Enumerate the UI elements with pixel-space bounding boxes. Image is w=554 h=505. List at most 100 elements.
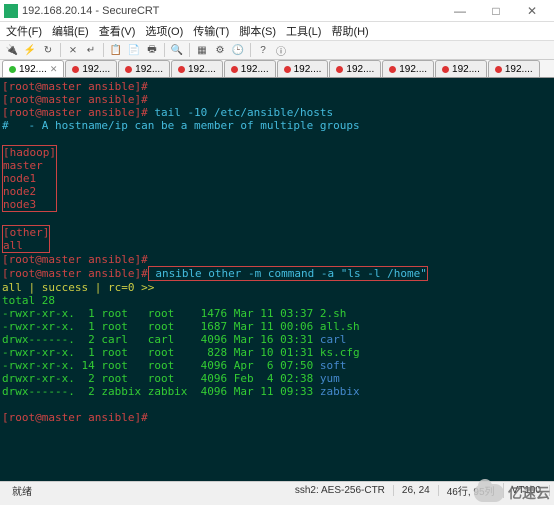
tab-label: 192....: [82, 64, 110, 75]
separator: [189, 43, 190, 57]
tab-label: 192....: [188, 64, 216, 75]
maximize-button[interactable]: □: [478, 1, 514, 21]
ls-row: -rwxr-xr-x. 1 root root 828 Mar 10 01:31…: [2, 346, 360, 359]
host: all: [3, 239, 23, 252]
disconnected-icon: [125, 66, 132, 73]
paste-icon[interactable]: 📄: [126, 42, 142, 58]
ls-row: -rwxr-xr-x. 1 root root 1476 Mar 11 03:3…: [2, 307, 346, 320]
command-tail: tail -10 /etc/ansible/hosts: [148, 106, 333, 119]
group-hadoop-box: [hadoop] master node1 node2 node3: [2, 145, 57, 212]
session-tab-5[interactable]: 192....: [277, 60, 329, 77]
session-tab-9[interactable]: 192....: [488, 60, 540, 77]
disconnect-icon[interactable]: ⨯: [65, 42, 81, 58]
enter-icon[interactable]: ↵: [83, 42, 99, 58]
session-tab-3[interactable]: 192....: [171, 60, 223, 77]
watermark: 亿速云: [474, 483, 550, 503]
session-tab-7[interactable]: 192....: [382, 60, 434, 77]
group-header: [hadoop]: [3, 146, 56, 159]
ls-row: -rwxr-xr-x. 14 root root 4096 Apr 6 07:5…: [2, 359, 320, 372]
disconnected-icon: [72, 66, 79, 73]
disconnected-icon: [336, 66, 343, 73]
disconnected-icon: [389, 66, 396, 73]
window-title: 192.168.20.14 - SecureCRT: [22, 5, 442, 17]
tab-label: 192....: [505, 64, 533, 75]
result-header: all | success | rc=0 >>: [2, 281, 154, 294]
ls-dir: soft: [320, 359, 347, 372]
status-ssh: ssh2: AES-256-CTR: [287, 485, 394, 496]
tabbar: 192....✕192....192....192....192....192.…: [0, 60, 554, 78]
host: node1: [3, 172, 36, 185]
menu-script[interactable]: 脚本(S): [239, 23, 276, 39]
tab-label: 192....: [294, 64, 322, 75]
about-icon[interactable]: ⓘ: [273, 42, 289, 58]
command-ansible: ansible other -m command -a "ls -l /home…: [149, 267, 427, 280]
separator: [250, 43, 251, 57]
ls-dir: yum: [320, 372, 340, 385]
app-icon: [4, 4, 18, 18]
disconnected-icon: [284, 66, 291, 73]
print-icon[interactable]: 🖶: [144, 42, 160, 58]
minimize-button[interactable]: —: [442, 1, 478, 21]
session-tab-1[interactable]: 192....: [65, 60, 117, 77]
tab-label: 192....: [399, 64, 427, 75]
menu-options[interactable]: 选项(O): [145, 23, 183, 39]
group-header: [other]: [3, 226, 49, 239]
separator: [164, 43, 165, 57]
command-ansible-box: ansible other -m command -a "ls -l /home…: [148, 266, 428, 281]
close-button[interactable]: ✕: [514, 1, 550, 21]
session-tab-6[interactable]: 192....: [329, 60, 381, 77]
titlebar: 192.168.20.14 - SecureCRT — □ ✕: [0, 0, 554, 22]
ls-row: drwx------. 2 zabbix zabbix 4096 Mar 11 …: [2, 385, 320, 398]
connected-icon: [9, 66, 16, 73]
separator: [103, 43, 104, 57]
prompt: [root@master ansible]#: [2, 267, 148, 280]
terminal[interactable]: [root@master ansible]# [root@master ansi…: [0, 78, 554, 481]
prompt: [root@master ansible]#: [2, 253, 148, 266]
prompt: [root@master ansible]#: [2, 93, 148, 106]
group-other-box: [other] all: [2, 225, 50, 253]
sessions-icon[interactable]: ▦: [194, 42, 210, 58]
prompt: [root@master ansible]#: [2, 106, 148, 119]
disconnected-icon: [495, 66, 502, 73]
ls-dir: zabbix: [320, 385, 360, 398]
host: node3: [3, 198, 36, 211]
menu-file[interactable]: 文件(F): [6, 23, 42, 39]
reconnect-icon[interactable]: ↻: [40, 42, 56, 58]
menubar: 文件(F) 编辑(E) 查看(V) 选项(O) 传输(T) 脚本(S) 工具(L…: [0, 22, 554, 40]
watermark-text: 亿速云: [508, 483, 550, 503]
clock-icon[interactable]: 🕒: [230, 42, 246, 58]
menu-view[interactable]: 查看(V): [99, 23, 136, 39]
host: master: [3, 159, 43, 172]
options-icon[interactable]: ⚙: [212, 42, 228, 58]
session-tab-0[interactable]: 192....✕: [2, 60, 64, 77]
status-ready: 就绪: [4, 483, 287, 498]
statusbar: 就绪 ssh2: AES-256-CTR 26, 24 46行, 95列 VT1…: [0, 481, 554, 499]
session-tab-4[interactable]: 192....: [224, 60, 276, 77]
status-cursor-pos: 26, 24: [394, 485, 439, 496]
menu-help[interactable]: 帮助(H): [331, 23, 368, 39]
tab-close-icon[interactable]: ✕: [50, 64, 58, 75]
result-total: total 28: [2, 294, 55, 307]
disconnected-icon: [178, 66, 185, 73]
menu-transfer[interactable]: 传输(T): [193, 23, 229, 39]
connect-icon[interactable]: 🔌: [4, 42, 20, 58]
output-comment: # - A hostname/ip can be a member of mul…: [2, 119, 360, 132]
session-tab-8[interactable]: 192....: [435, 60, 487, 77]
ls-row: -rwxr-xr-x. 1 root root 1687 Mar 11 00:0…: [2, 320, 360, 333]
separator: [60, 43, 61, 57]
cloud-icon: [474, 484, 504, 502]
help-icon[interactable]: ?: [255, 42, 271, 58]
prompt: [root@master ansible]#: [2, 80, 148, 93]
menu-edit[interactable]: 编辑(E): [52, 23, 89, 39]
prompt: [root@master ansible]#: [2, 411, 148, 424]
menu-tools[interactable]: 工具(L): [286, 23, 321, 39]
find-icon[interactable]: 🔍: [169, 42, 185, 58]
tab-label: 192....: [135, 64, 163, 75]
session-tab-2[interactable]: 192....: [118, 60, 170, 77]
host: node2: [3, 185, 36, 198]
quick-connect-icon[interactable]: ⚡: [22, 42, 38, 58]
tab-label: 192....: [346, 64, 374, 75]
copy-icon[interactable]: 📋: [108, 42, 124, 58]
ls-dir: carl: [320, 333, 347, 346]
ls-row: drwxr-xr-x. 2 root root 4096 Feb 4 02:38: [2, 372, 320, 385]
